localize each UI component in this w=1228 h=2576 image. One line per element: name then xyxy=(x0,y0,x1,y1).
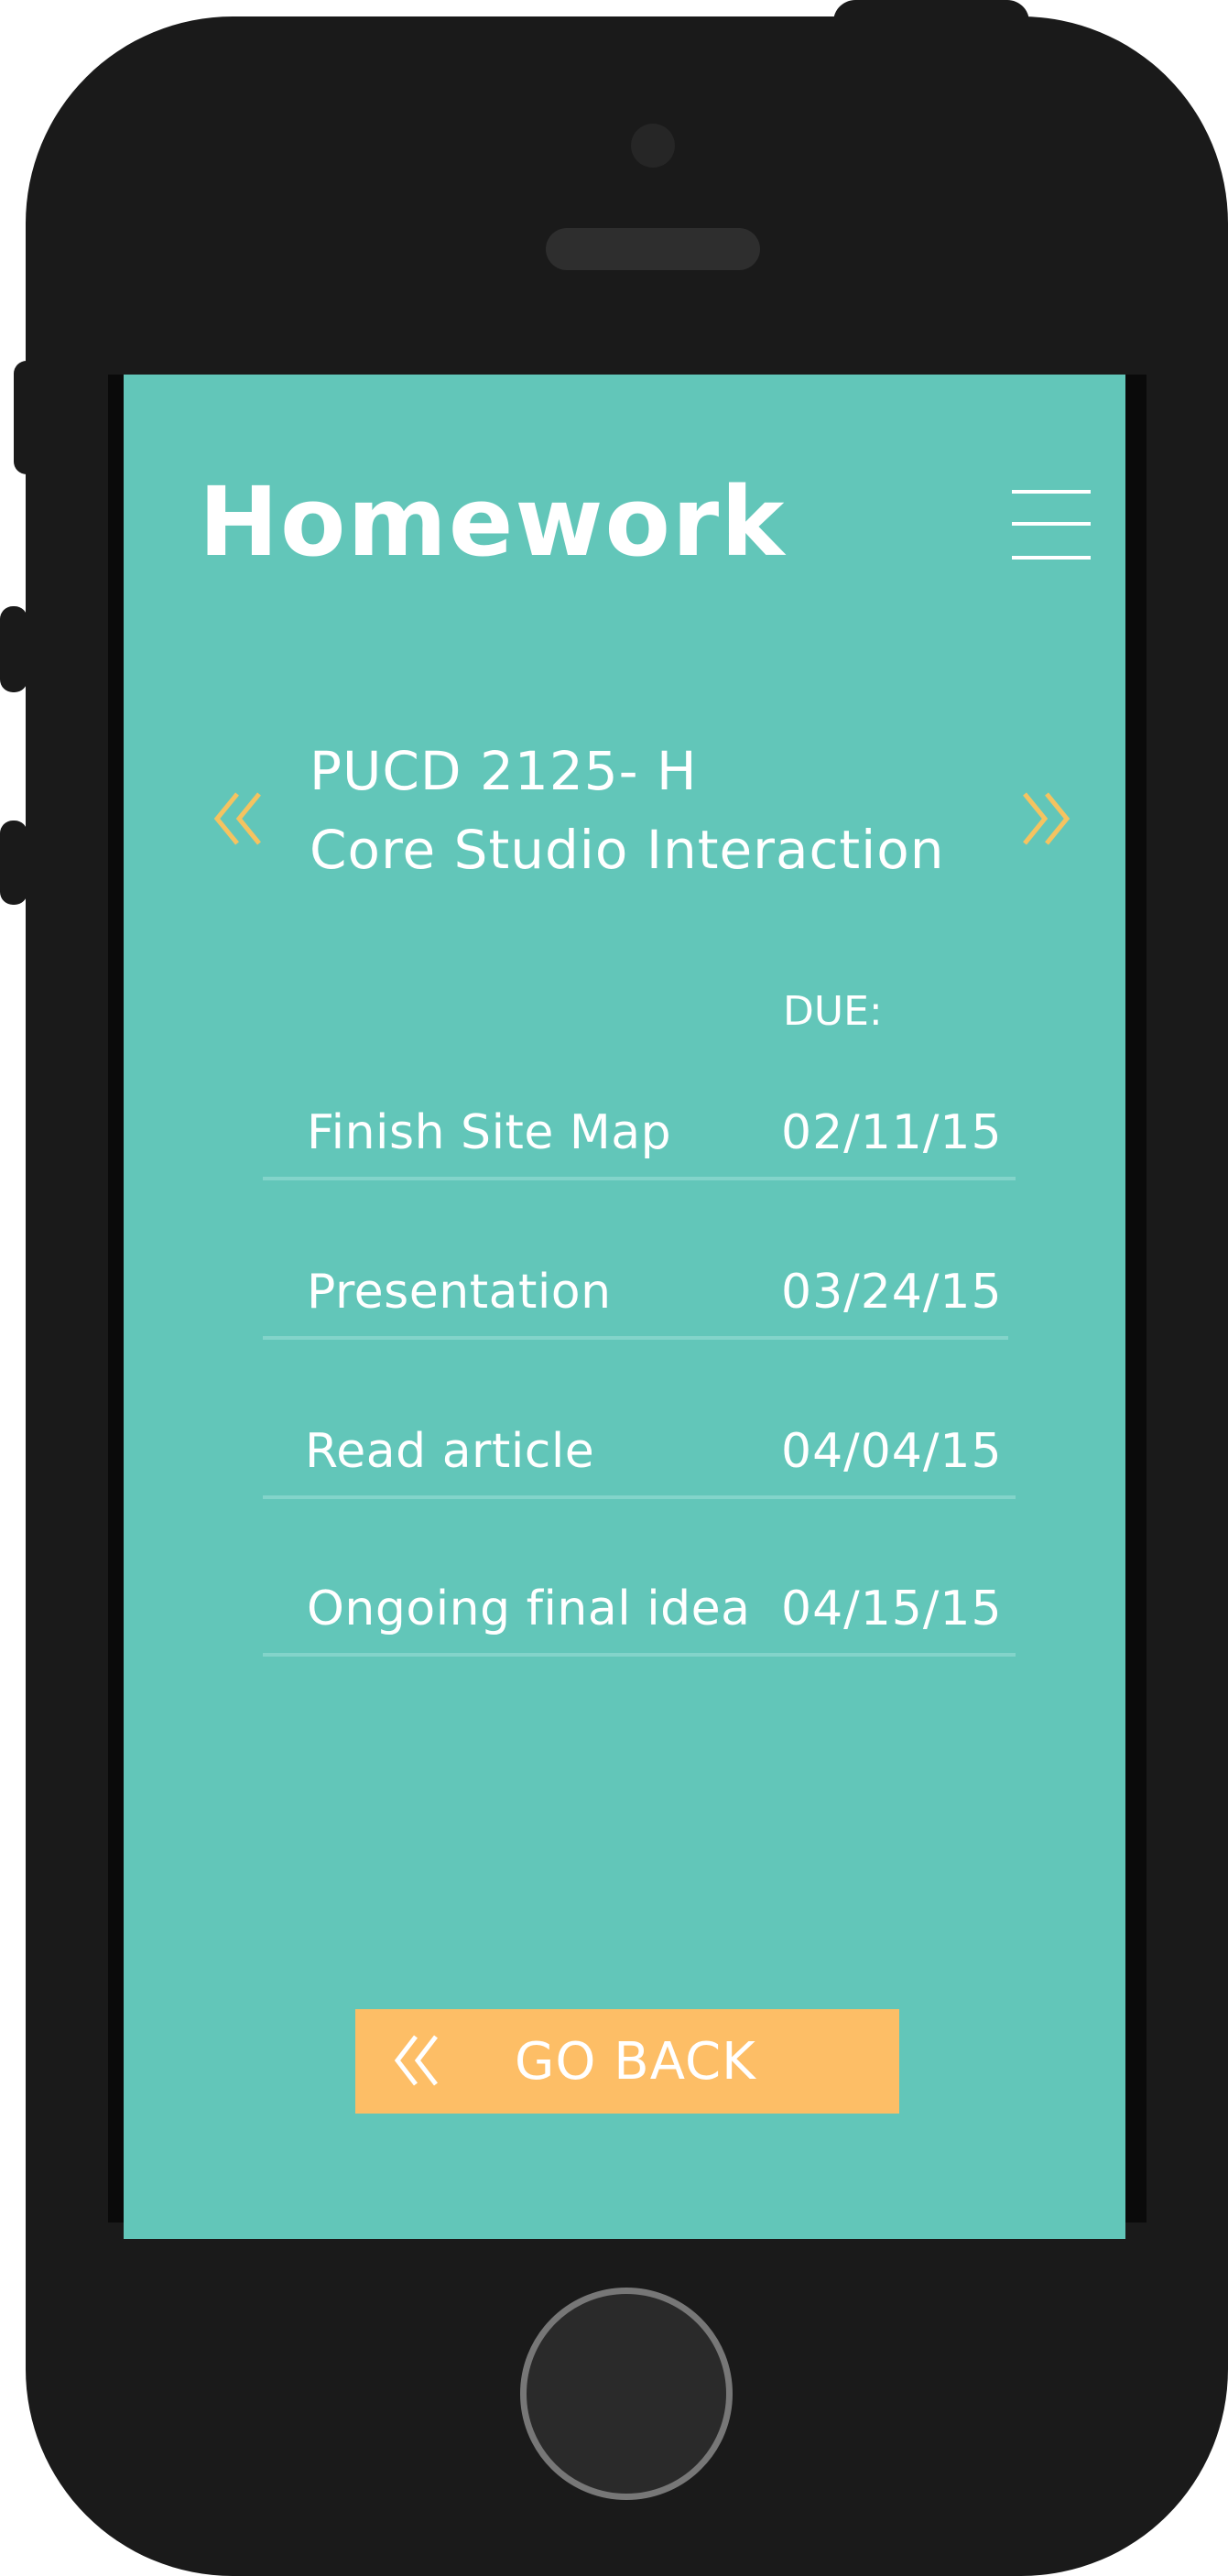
menu-line xyxy=(1012,490,1091,494)
hamburger-menu-icon[interactable] xyxy=(1012,490,1091,560)
home-button[interactable] xyxy=(520,2288,733,2500)
page-title: Homework xyxy=(199,466,787,578)
double-chevron-left-icon xyxy=(394,2035,438,2086)
app-screen: Homework PUCD 2125- H Core Studio Intera… xyxy=(124,375,1125,2239)
assignment-name: Finish Site Map xyxy=(307,1105,672,1160)
double-chevron-left-icon[interactable] xyxy=(213,788,270,849)
go-back-button[interactable]: GO BACK xyxy=(355,2009,899,2114)
double-chevron-right-icon[interactable] xyxy=(1014,788,1070,849)
assignment-name: Ongoing final idea xyxy=(307,1581,751,1636)
assignment-row[interactable]: Read article 04/04/15 xyxy=(263,1408,1016,1499)
course-code: PUCD 2125- H xyxy=(310,740,698,802)
assignment-due-date: 03/24/15 xyxy=(781,1265,1003,1320)
assignment-name: Presentation xyxy=(307,1265,612,1320)
front-camera xyxy=(631,124,675,168)
assignment-name: Read article xyxy=(305,1424,595,1479)
assignment-row[interactable]: Presentation 03/24/15 xyxy=(263,1248,1008,1340)
assignment-row[interactable]: Ongoing final idea 04/15/15 xyxy=(263,1565,1016,1657)
assignment-due-date: 02/11/15 xyxy=(781,1105,1003,1160)
menu-line xyxy=(1012,556,1091,560)
assignment-due-date: 04/04/15 xyxy=(781,1424,1003,1479)
assignment-row[interactable]: Finish Site Map 02/11/15 xyxy=(263,1089,1016,1180)
phone-volume-down-button xyxy=(0,821,27,905)
course-heading: PUCD 2125- H Core Studio Interaction xyxy=(310,732,945,889)
due-column-header: DUE: xyxy=(783,988,883,1035)
menu-line xyxy=(1012,522,1091,526)
phone-volume-up-button xyxy=(0,606,27,692)
earpiece-speaker xyxy=(546,228,760,270)
assignment-due-date: 04/15/15 xyxy=(781,1581,1003,1636)
course-name: Core Studio Interaction xyxy=(310,819,945,881)
go-back-label: GO BACK xyxy=(515,2032,756,2092)
